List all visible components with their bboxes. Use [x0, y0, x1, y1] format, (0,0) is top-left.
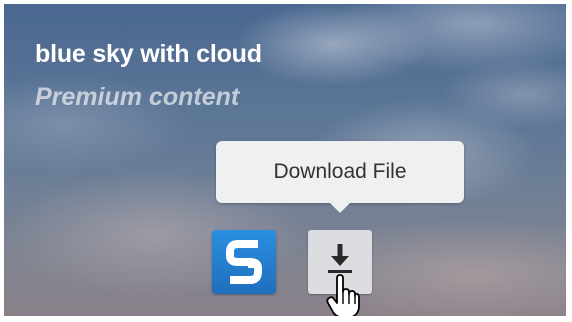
download-tooltip: Download File: [216, 141, 464, 203]
image-title: blue sky with cloud: [35, 40, 262, 68]
shutterstock-button[interactable]: [212, 230, 276, 294]
hand-cursor-icon: [326, 274, 360, 316]
tooltip-text: Download File: [273, 160, 407, 183]
tooltip-arrow: [329, 202, 351, 213]
image-preview-card: blue sky with cloud Premium content Down…: [4, 4, 566, 316]
premium-label: Premium content: [35, 83, 240, 111]
shutterstock-s-icon: [226, 240, 262, 284]
